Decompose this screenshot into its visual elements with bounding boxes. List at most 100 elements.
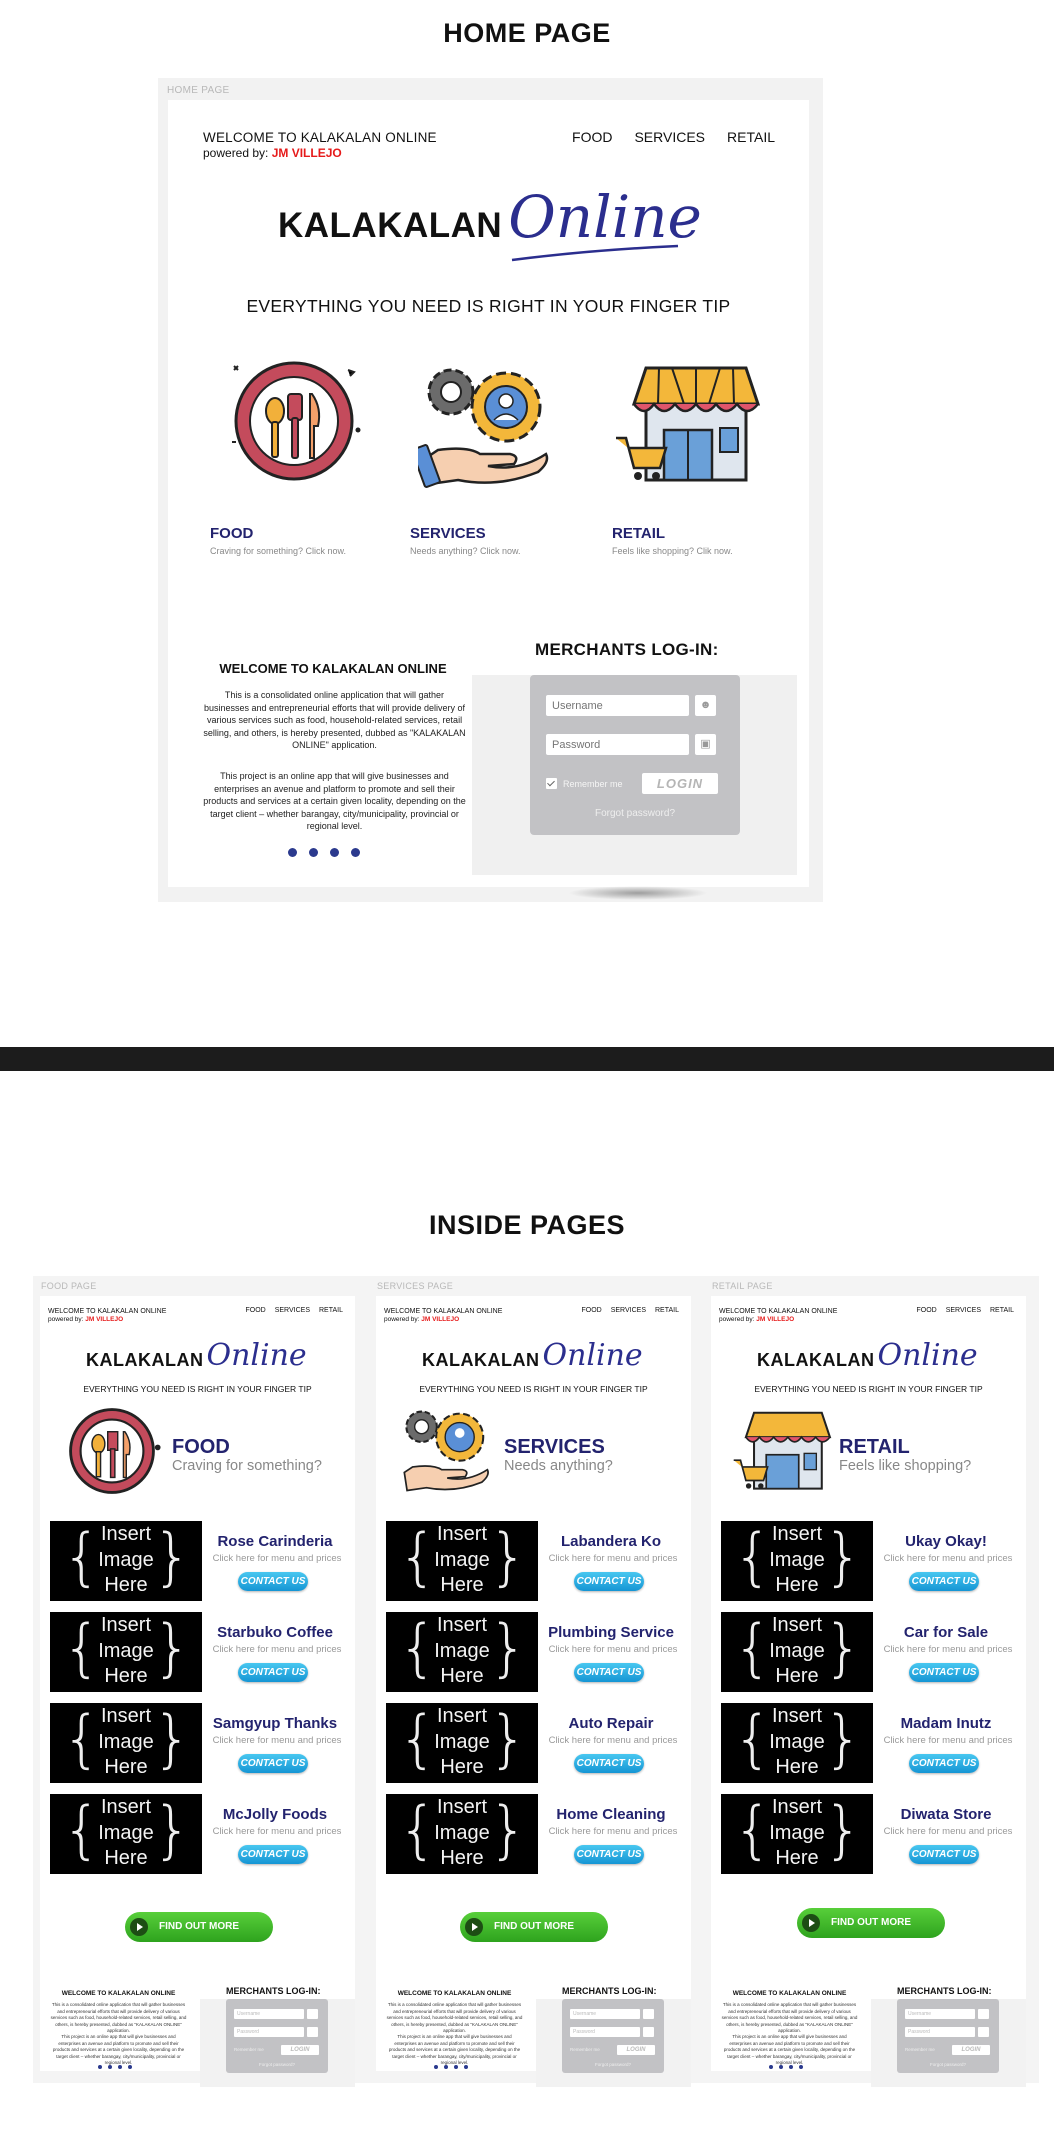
contact-us-button[interactable]: CONTACT US	[909, 1663, 979, 1682]
services-remember-me[interactable]: Remember me	[570, 2047, 600, 2052]
contact-us-button[interactable]: CONTACT US	[574, 1663, 644, 1682]
services-login-button[interactable]: LOGIN	[617, 2045, 655, 2055]
contact-us-button[interactable]: CONTACT US	[909, 1754, 979, 1773]
contact-us-button[interactable]: CONTACT US	[574, 1572, 644, 1591]
remember-checkbox[interactable]	[546, 778, 557, 789]
listing-name[interactable]: Madam Inutz	[873, 1715, 1019, 1732]
username-input[interactable]	[546, 695, 689, 716]
retail-password-input[interactable]: Password	[905, 2027, 975, 2037]
food-listing-row[interactable]: {} Insert Image Here Samgyup Thanks Click her…	[50, 1703, 350, 1783]
listing-name[interactable]: Plumbing Service	[538, 1624, 684, 1641]
food-listing-row[interactable]: {} Insert Image Here Rose Carinderia Click he…	[50, 1521, 350, 1601]
food-forgot-password[interactable]: Forgot password?	[226, 2062, 328, 2067]
retail-listing-row[interactable]: {} Insert Image Here Madam Inutz Click here f…	[721, 1703, 1021, 1783]
retail-find-out-more-button[interactable]: FIND OUT MORE	[797, 1908, 945, 1938]
food-nav-food[interactable]: FOOD	[245, 1307, 265, 1314]
contact-us-button[interactable]: CONTACT US	[574, 1754, 644, 1773]
youtube-icon[interactable]	[789, 2065, 793, 2069]
food-username-input[interactable]: Username	[234, 2009, 304, 2019]
category-services[interactable]: SERVICES Needs anything? Click now.	[410, 525, 521, 556]
listing-name[interactable]: Rose Carinderia	[202, 1533, 348, 1550]
retail-remember-me[interactable]: Remember me	[905, 2047, 935, 2052]
listing-sub[interactable]: Click here for menu and prices	[875, 1553, 1021, 1564]
services-password-input[interactable]: Password	[570, 2027, 640, 2037]
forgot-password-link[interactable]: Forgot password?	[530, 808, 740, 819]
login-button[interactable]: LOGIN	[642, 773, 718, 794]
linkedin-icon[interactable]	[779, 2065, 783, 2069]
facebook-icon[interactable]	[769, 2065, 773, 2069]
linkedin-icon[interactable]	[309, 848, 318, 857]
services-nav-services[interactable]: SERVICES	[611, 1307, 646, 1314]
retail-store-icon[interactable]	[612, 358, 767, 488]
services-nav-retail[interactable]: RETAIL	[655, 1307, 679, 1314]
nav-retail[interactable]: RETAIL	[727, 129, 775, 145]
instagram-icon[interactable]	[799, 2065, 803, 2069]
youtube-icon[interactable]	[454, 2065, 458, 2069]
facebook-icon[interactable]	[288, 848, 297, 857]
contact-us-button[interactable]: CONTACT US	[238, 1754, 308, 1773]
food-password-input[interactable]: Password	[234, 2027, 304, 2037]
food-nav-services[interactable]: SERVICES	[275, 1307, 310, 1314]
listing-name[interactable]: Ukay Okay!	[873, 1533, 1019, 1550]
retail-listing-row[interactable]: {} Insert Image Here Car for Sale Click here …	[721, 1612, 1021, 1692]
retail-nav-retail[interactable]: RETAIL	[990, 1307, 1014, 1314]
listing-name[interactable]: Car for Sale	[873, 1624, 1019, 1641]
listing-name[interactable]: Samgyup Thanks	[202, 1715, 348, 1732]
contact-us-button[interactable]: CONTACT US	[909, 1845, 979, 1864]
listing-sub[interactable]: Click here for menu and prices	[204, 1826, 350, 1837]
remember-me[interactable]: Remember me	[546, 778, 623, 789]
retail-login-button[interactable]: LOGIN	[952, 2045, 990, 2055]
food-remember-me[interactable]: Remember me	[234, 2047, 264, 2052]
contact-us-button[interactable]: CONTACT US	[238, 1663, 308, 1682]
youtube-icon[interactable]	[118, 2065, 122, 2069]
services-listing-row[interactable]: {} Insert Image Here Home Cleaning Click here…	[386, 1794, 686, 1874]
services-gears-hand-icon[interactable]	[418, 362, 553, 492]
category-retail[interactable]: RETAIL Feels like shopping? Clik now.	[612, 525, 733, 556]
category-food[interactable]: FOOD Craving for something? Click now.	[210, 525, 346, 556]
instagram-icon[interactable]	[351, 848, 360, 857]
listing-sub[interactable]: Click here for menu and prices	[540, 1553, 686, 1564]
contact-us-button[interactable]: CONTACT US	[238, 1572, 308, 1591]
listing-name[interactable]: Starbuko Coffee	[202, 1624, 348, 1641]
listing-sub[interactable]: Click here for menu and prices	[204, 1644, 350, 1655]
linkedin-icon[interactable]	[108, 2065, 112, 2069]
contact-us-button[interactable]: CONTACT US	[238, 1845, 308, 1864]
listing-sub[interactable]: Click here for menu and prices	[204, 1553, 350, 1564]
listing-name[interactable]: Home Cleaning	[538, 1806, 684, 1823]
services-listing-row[interactable]: {} Insert Image Here Labandera Ko Click here …	[386, 1521, 686, 1601]
retail-nav-food[interactable]: FOOD	[916, 1307, 936, 1314]
services-listing-row[interactable]: {} Insert Image Here Auto Repair Click here f…	[386, 1703, 686, 1783]
food-login-button[interactable]: LOGIN	[281, 2045, 319, 2055]
listing-sub[interactable]: Click here for menu and prices	[204, 1735, 350, 1746]
food-listing-row[interactable]: {} Insert Image Here Starbuko Coffee Click he…	[50, 1612, 350, 1692]
retail-forgot-password[interactable]: Forgot password?	[897, 2062, 999, 2067]
listing-sub[interactable]: Click here for menu and prices	[875, 1826, 1021, 1837]
retail-listing-row[interactable]: {} Insert Image Here Diwata Store Click here …	[721, 1794, 1021, 1874]
facebook-icon[interactable]	[98, 2065, 102, 2069]
contact-us-button[interactable]: CONTACT US	[909, 1572, 979, 1591]
instagram-icon[interactable]	[464, 2065, 468, 2069]
food-plate-icon[interactable]	[224, 356, 364, 486]
services-find-out-more-button[interactable]: FIND OUT MORE	[460, 1912, 608, 1942]
listing-sub[interactable]: Click here for menu and prices	[875, 1644, 1021, 1655]
listing-sub[interactable]: Click here for menu and prices	[540, 1735, 686, 1746]
retail-username-input[interactable]: Username	[905, 2009, 975, 2019]
listing-sub[interactable]: Click here for menu and prices	[875, 1735, 1021, 1746]
listing-name[interactable]: McJolly Foods	[202, 1806, 348, 1823]
retail-listing-row[interactable]: {} Insert Image Here Ukay Okay! Click here fo…	[721, 1521, 1021, 1601]
listing-name[interactable]: Labandera Ko	[538, 1533, 684, 1550]
food-nav-retail[interactable]: RETAIL	[319, 1307, 343, 1314]
listing-sub[interactable]: Click here for menu and prices	[540, 1644, 686, 1655]
linkedin-icon[interactable]	[444, 2065, 448, 2069]
listing-name[interactable]: Diwata Store	[873, 1806, 1019, 1823]
nav-services[interactable]: SERVICES	[634, 129, 705, 145]
listing-name[interactable]: Auto Repair	[538, 1715, 684, 1732]
nav-food[interactable]: FOOD	[572, 129, 612, 145]
listing-sub[interactable]: Click here for menu and prices	[540, 1826, 686, 1837]
retail-nav-services[interactable]: SERVICES	[946, 1307, 981, 1314]
services-forgot-password[interactable]: Forgot password?	[562, 2062, 664, 2067]
services-username-input[interactable]: Username	[570, 2009, 640, 2019]
food-find-out-more-button[interactable]: FIND OUT MORE	[125, 1912, 273, 1942]
services-nav-food[interactable]: FOOD	[581, 1307, 601, 1314]
facebook-icon[interactable]	[434, 2065, 438, 2069]
